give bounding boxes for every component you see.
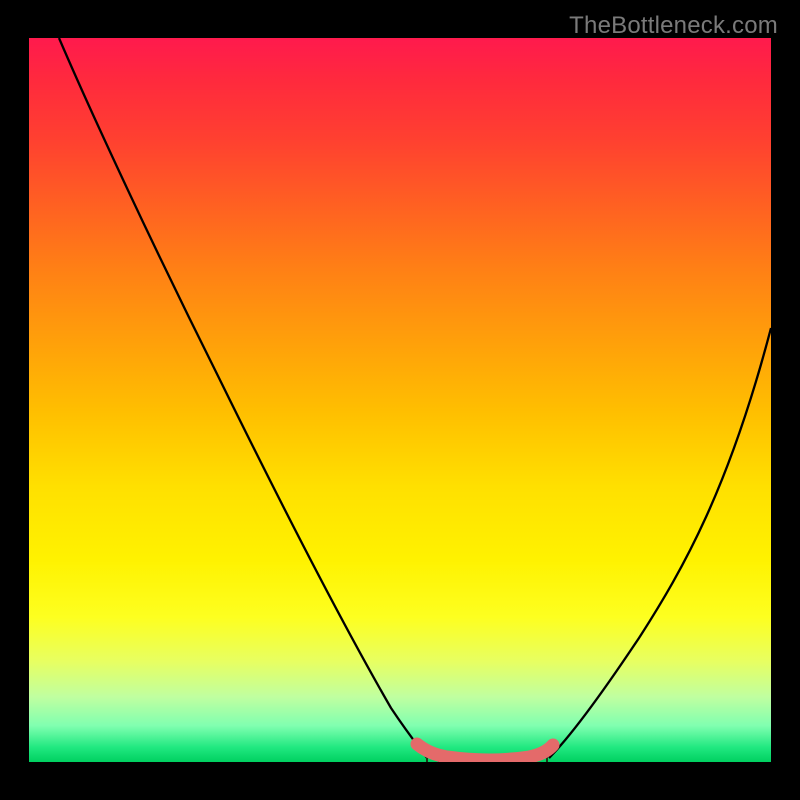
chart-frame: TheBottleneck.com [0, 0, 800, 800]
bottom-flat-segment-path [417, 744, 553, 760]
watermark-text: TheBottleneck.com [569, 12, 778, 40]
right-curve-path [549, 328, 771, 758]
chart-overlay [29, 38, 771, 762]
left-curve-path [59, 38, 427, 758]
plot-area [29, 38, 771, 762]
